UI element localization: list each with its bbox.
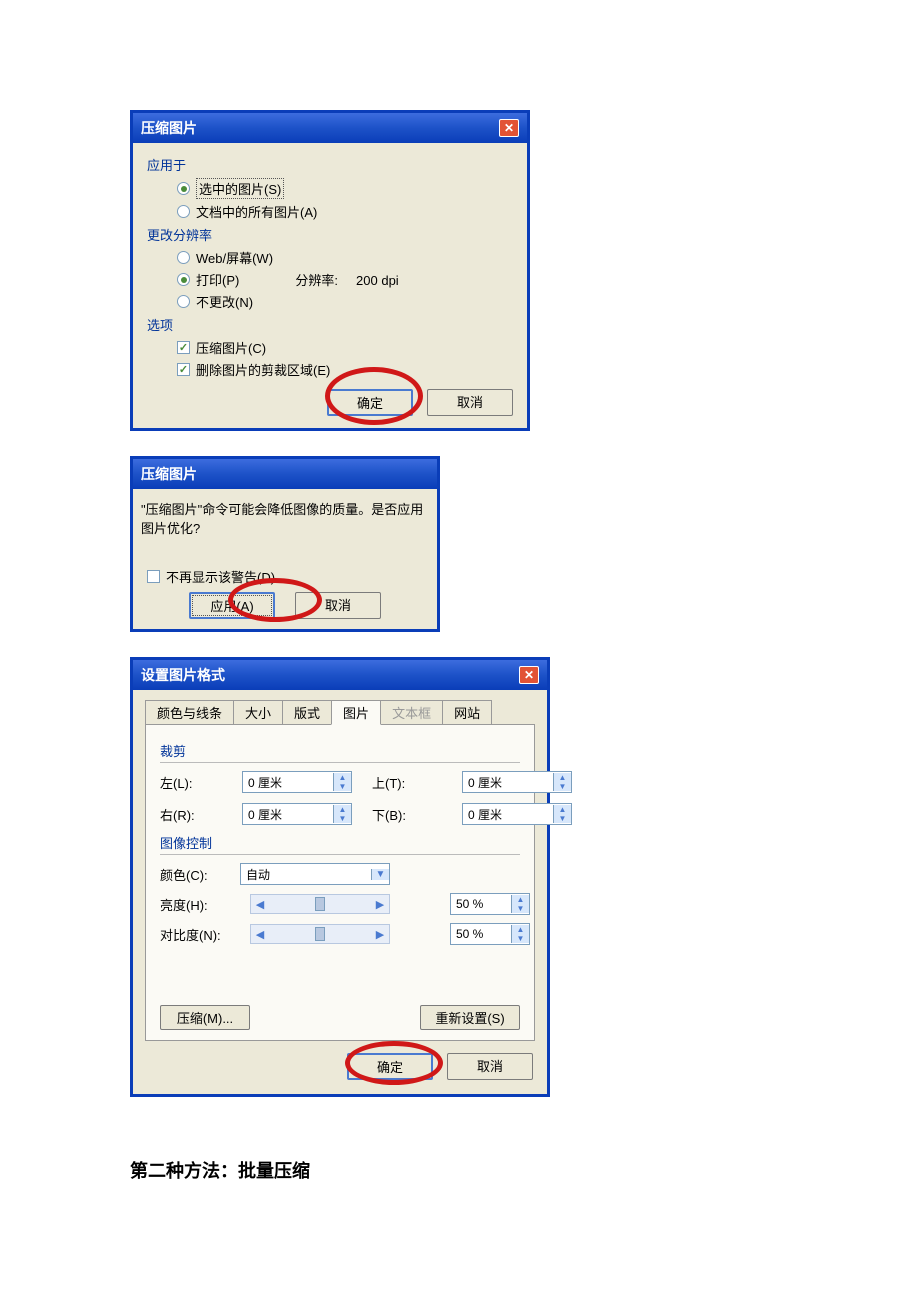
- ok-button[interactable]: 确定: [347, 1053, 433, 1080]
- cancel-button[interactable]: 取消: [447, 1053, 533, 1080]
- brightness-label: 亮度(H):: [160, 895, 240, 914]
- arrow-left-icon[interactable]: ◀: [251, 898, 269, 911]
- options-label: 选项: [147, 315, 513, 334]
- spinner-icon[interactable]: ▲▼: [511, 925, 529, 943]
- spinner-icon[interactable]: ▲▼: [553, 805, 571, 823]
- radio-label: Web/屏幕(W): [196, 248, 273, 267]
- compress-pictures-dialog: 压缩图片 ✕ 应用于 选中的图片(S) 文档中的所有图片(A) 更改分辨率 We…: [130, 110, 530, 431]
- crop-bottom-input[interactable]: 0 厘米 ▲▼: [462, 803, 572, 825]
- dialog-title: 设置图片格式: [141, 665, 225, 685]
- resolution-value: 200 dpi: [356, 273, 399, 288]
- radio-print[interactable]: 打印(P) 分辨率: 200 dpi: [177, 270, 513, 289]
- radio-web-screen[interactable]: Web/屏幕(W): [177, 248, 513, 267]
- reset-button[interactable]: 重新设置(S): [420, 1005, 520, 1030]
- close-icon[interactable]: ✕: [519, 666, 539, 684]
- radio-selected-pictures[interactable]: 选中的图片(S): [177, 178, 513, 199]
- checkbox-icon: [177, 363, 190, 376]
- radio-icon: [177, 182, 190, 195]
- radio-label: 打印(P): [196, 270, 239, 289]
- spinner-icon[interactable]: ▲▼: [511, 895, 529, 913]
- checkbox-icon: [147, 570, 160, 583]
- arrow-left-icon[interactable]: ◀: [251, 928, 269, 941]
- radio-icon: [177, 273, 190, 286]
- input-value: 0 厘米: [463, 806, 553, 823]
- spinner-icon[interactable]: ▲▼: [333, 805, 351, 823]
- color-dropdown[interactable]: 自动 ▼: [240, 863, 390, 885]
- method-two-heading: 第二种方法：批量压缩: [130, 1157, 790, 1183]
- check-compress-pictures[interactable]: 压缩图片(C): [177, 338, 513, 357]
- check-delete-crop[interactable]: 删除图片的剪裁区域(E): [177, 360, 513, 379]
- radio-no-change[interactable]: 不更改(N): [177, 292, 513, 311]
- crop-left-input[interactable]: 0 厘米 ▲▼: [242, 771, 352, 793]
- crop-top-label: 上(T):: [372, 773, 442, 792]
- radio-icon: [177, 251, 190, 264]
- arrow-right-icon[interactable]: ▶: [371, 928, 389, 941]
- close-icon[interactable]: ✕: [499, 119, 519, 137]
- radio-icon: [177, 295, 190, 308]
- compress-warning-dialog: 压缩图片 "压缩图片"命令可能会降低图像的质量。是否应用图片优化? 不再显示该警…: [130, 456, 440, 632]
- arrow-right-icon[interactable]: ▶: [371, 898, 389, 911]
- check-label: 删除图片的剪裁区域(E): [196, 360, 330, 379]
- input-value: 0 厘米: [243, 806, 333, 823]
- crop-bottom-label: 下(B):: [372, 805, 442, 824]
- check-label: 压缩图片(C): [196, 338, 266, 357]
- chevron-down-icon: ▼: [371, 869, 389, 880]
- crop-section-label: 裁剪: [160, 741, 520, 763]
- spinner-icon[interactable]: ▲▼: [553, 773, 571, 791]
- brightness-value[interactable]: 50 % ▲▼: [450, 893, 530, 915]
- color-label: 颜色(C):: [160, 865, 220, 884]
- radio-all-pictures[interactable]: 文档中的所有图片(A): [177, 202, 513, 221]
- titlebar[interactable]: 设置图片格式 ✕: [133, 660, 547, 690]
- contrast-slider[interactable]: ◀ ▶: [250, 924, 390, 944]
- format-picture-dialog: 设置图片格式 ✕ 颜色与线条 大小 版式 图片 文本框 网站 裁剪 左(L): …: [130, 657, 550, 1097]
- dialog-title: 压缩图片: [141, 464, 197, 484]
- cancel-button[interactable]: 取消: [295, 592, 381, 619]
- checkbox-icon: [177, 341, 190, 354]
- input-value: 0 厘米: [243, 774, 333, 791]
- check-label: 不再显示该警告(D): [166, 567, 275, 586]
- tab-size[interactable]: 大小: [233, 700, 283, 725]
- contrast-label: 对比度(N):: [160, 925, 240, 944]
- spinner-icon[interactable]: ▲▼: [333, 773, 351, 791]
- crop-right-label: 右(R):: [160, 805, 222, 824]
- radio-label: 不更改(N): [196, 292, 253, 311]
- cancel-button[interactable]: 取消: [427, 389, 513, 416]
- radio-label: 选中的图片(S): [196, 178, 284, 199]
- change-resolution-label: 更改分辨率: [147, 225, 513, 244]
- apply-to-label: 应用于: [147, 155, 513, 174]
- warning-message: "压缩图片"命令可能会降低图像的质量。是否应用图片优化?: [133, 489, 437, 567]
- image-control-label: 图像控制: [160, 833, 520, 855]
- tab-layout[interactable]: 版式: [282, 700, 332, 725]
- crop-top-input[interactable]: 0 厘米 ▲▼: [462, 771, 572, 793]
- crop-left-label: 左(L):: [160, 773, 222, 792]
- apply-button[interactable]: 应用(A): [189, 592, 275, 619]
- tab-web[interactable]: 网站: [442, 700, 492, 725]
- compress-button[interactable]: 压缩(M)...: [160, 1005, 250, 1030]
- resolution-label: 分辨率:: [295, 273, 338, 288]
- tab-textbox: 文本框: [380, 700, 443, 725]
- tab-colors-lines[interactable]: 颜色与线条: [145, 700, 234, 725]
- brightness-slider[interactable]: ◀ ▶: [250, 894, 390, 914]
- contrast-value[interactable]: 50 % ▲▼: [450, 923, 530, 945]
- combo-value: 自动: [241, 866, 371, 883]
- dialog-title: 压缩图片: [141, 118, 197, 138]
- tab-picture[interactable]: 图片: [331, 700, 381, 725]
- crop-right-input[interactable]: 0 厘米 ▲▼: [242, 803, 352, 825]
- check-dont-show[interactable]: 不再显示该警告(D): [133, 567, 437, 586]
- ok-button[interactable]: 确定: [327, 389, 413, 416]
- radio-icon: [177, 205, 190, 218]
- input-value: 50 %: [451, 927, 511, 941]
- input-value: 50 %: [451, 897, 511, 911]
- titlebar[interactable]: 压缩图片 ✕: [133, 113, 527, 143]
- titlebar[interactable]: 压缩图片: [133, 459, 437, 489]
- radio-label: 文档中的所有图片(A): [196, 202, 317, 221]
- input-value: 0 厘米: [463, 774, 553, 791]
